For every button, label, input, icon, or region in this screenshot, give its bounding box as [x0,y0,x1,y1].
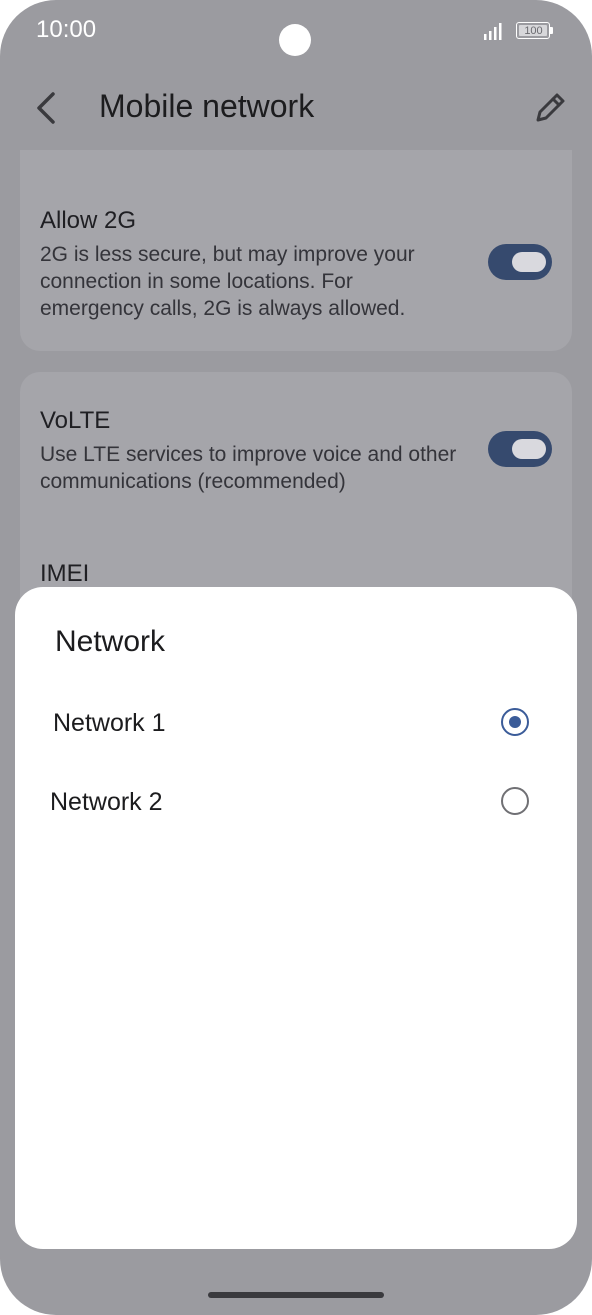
volte-toggle[interactable] [488,431,552,467]
imei-title: IMEI [40,560,90,587]
allow-2g-description: 2G is less secure, but may improve your … [40,243,415,320]
home-indicator[interactable] [208,1292,384,1298]
network-option-label: Network 2 [50,788,163,816]
allow-2g-toggle[interactable] [488,244,552,280]
back-button[interactable] [26,86,66,130]
signal-bars-icon [484,23,502,40]
network-option-2[interactable]: Network 2 [15,768,577,838]
allow-2g-card[interactable]: Allow 2G 2G is less secure, but may impr… [20,150,572,351]
network-option-label: Network 1 [53,709,166,737]
camera-cutout [279,24,311,56]
toggle-thumb [512,439,546,459]
toggle-thumb [512,252,546,272]
pencil-icon [536,93,565,122]
network-dialog: Network Network 1 Network 2 [15,587,577,1249]
page-title: Mobile network [99,88,315,124]
radio-selected-icon[interactable] [501,708,529,736]
status-time: 10:00 [36,16,97,43]
edit-button[interactable] [530,88,570,128]
battery-level: 100 [524,25,543,37]
battery-icon: 100 [516,22,553,39]
chevron-left-icon [37,92,55,124]
volte-title: VoLTE [40,407,111,434]
phone-screen: 10:00 100 Mobile network Allow 2G 2G is … [0,0,592,1315]
radio-unselected-icon[interactable] [501,787,529,815]
allow-2g-title: Allow 2G [40,207,137,234]
network-option-1[interactable]: Network 1 [15,689,577,759]
dialog-title: Network [55,625,166,658]
volte-description: Use LTE services to improve voice and ot… [40,443,457,493]
